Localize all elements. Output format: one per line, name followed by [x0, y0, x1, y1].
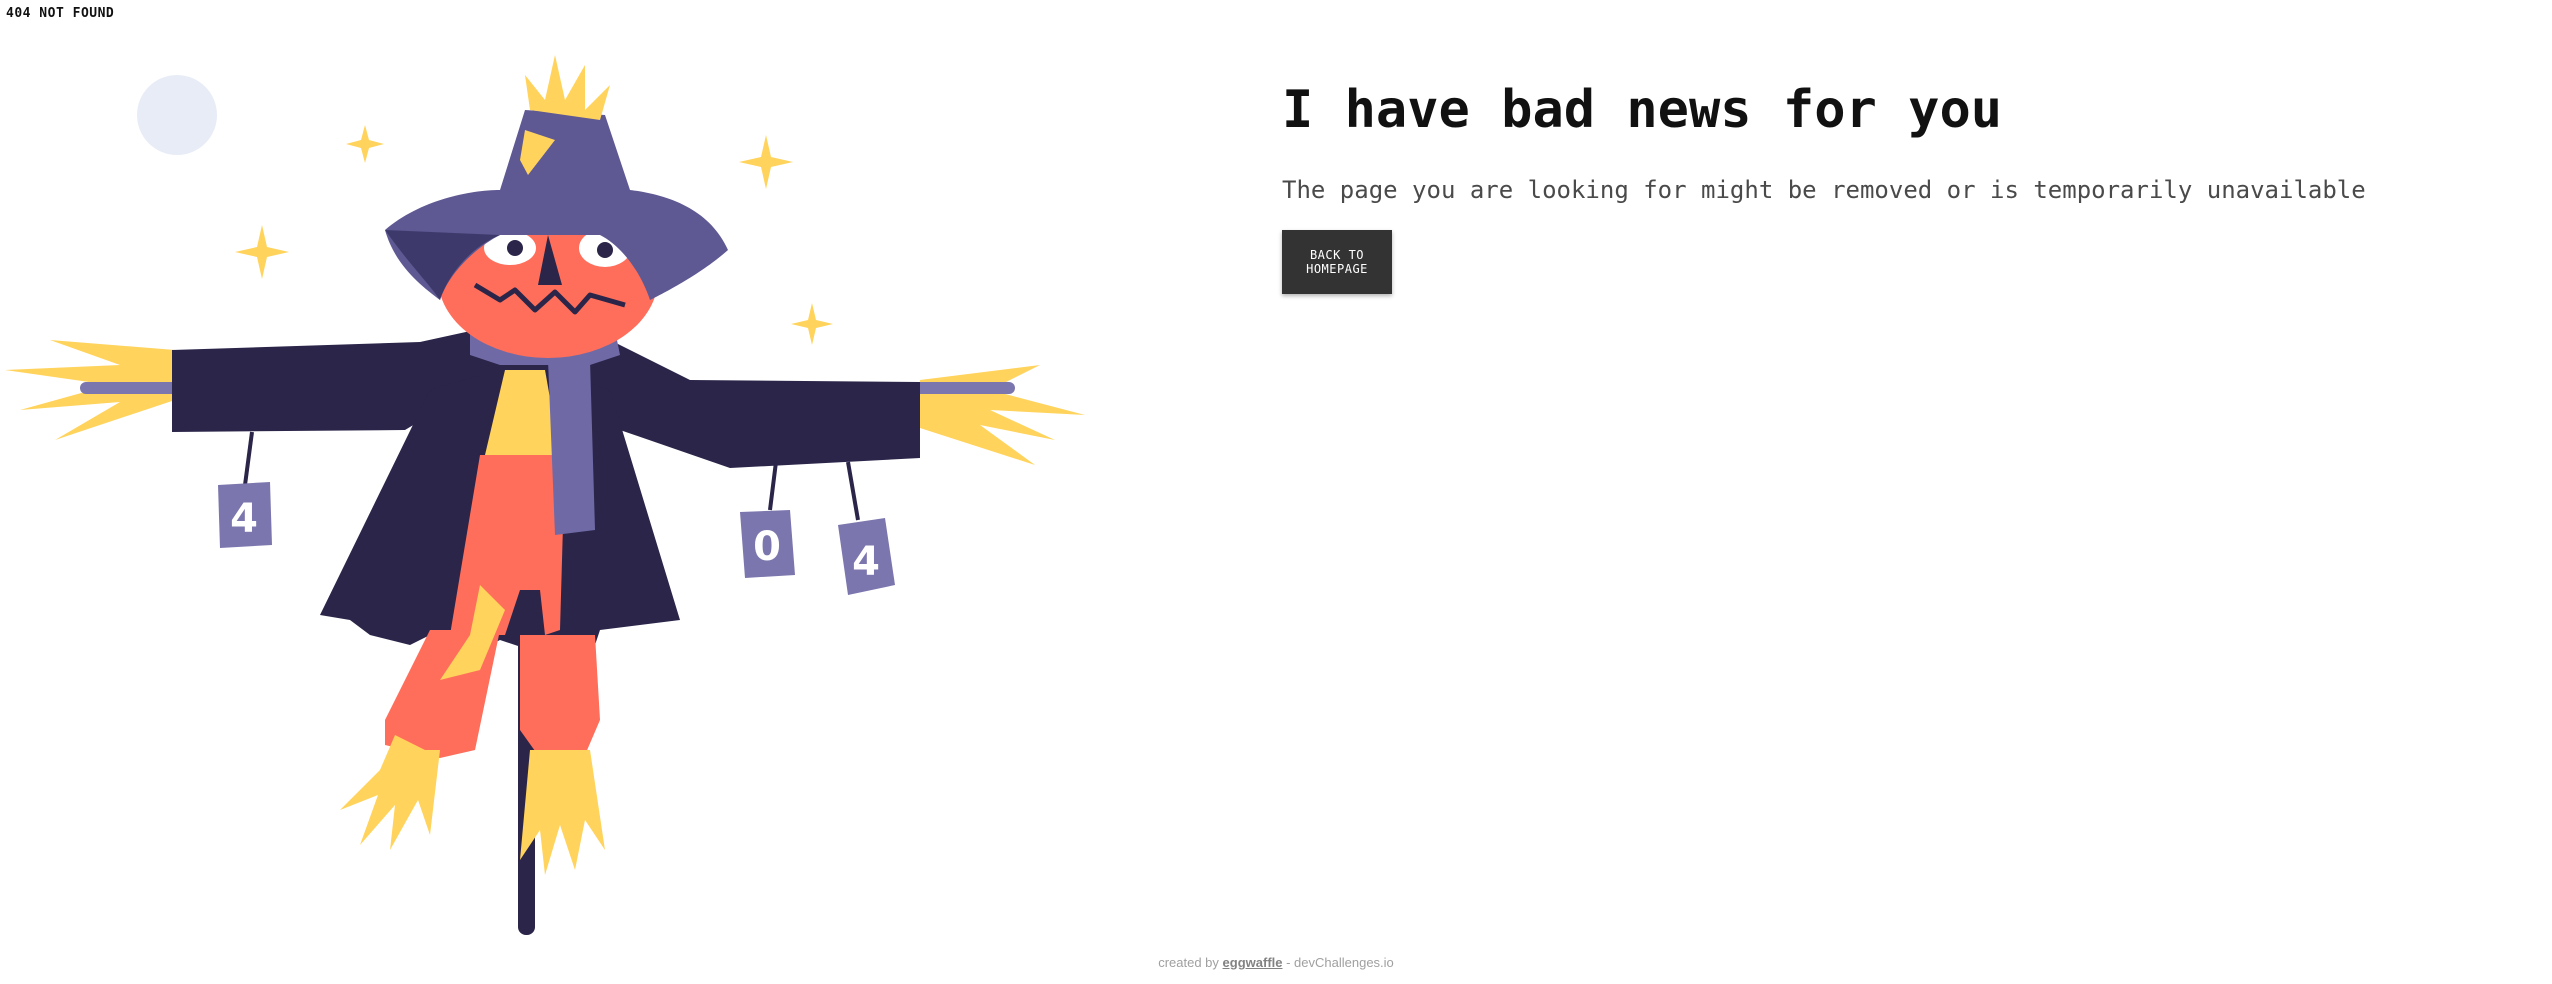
can-middle: 0	[740, 461, 795, 578]
footer: created by eggwaffle - devChallenges.io	[0, 955, 2552, 970]
back-to-homepage-button[interactable]: BACK TO HOMEPAGE	[1282, 230, 1392, 294]
straw-right	[920, 365, 1085, 465]
main-content: I have bad news for you The page you are…	[1282, 80, 2482, 294]
straw-feet	[340, 735, 605, 875]
page-label: 404 NOT FOUND	[6, 6, 115, 21]
can-left: 4	[218, 431, 272, 548]
footer-prefix: created by	[1158, 955, 1219, 970]
scarecrow-illustration: 4 0 4	[5, 55, 1085, 935]
moon-icon	[137, 75, 217, 155]
can-digit-1: 4	[230, 496, 258, 542]
can-digit-3: 4	[852, 539, 880, 585]
page-title: I have bad news for you	[1282, 80, 2003, 140]
can-right: 4	[838, 461, 895, 595]
page-description: The page you are looking for might be re…	[1282, 176, 2366, 204]
author-link[interactable]: eggwaffle	[1223, 955, 1283, 970]
can-digit-2: 0	[753, 524, 781, 570]
footer-suffix: - devChallenges.io	[1282, 955, 1394, 970]
